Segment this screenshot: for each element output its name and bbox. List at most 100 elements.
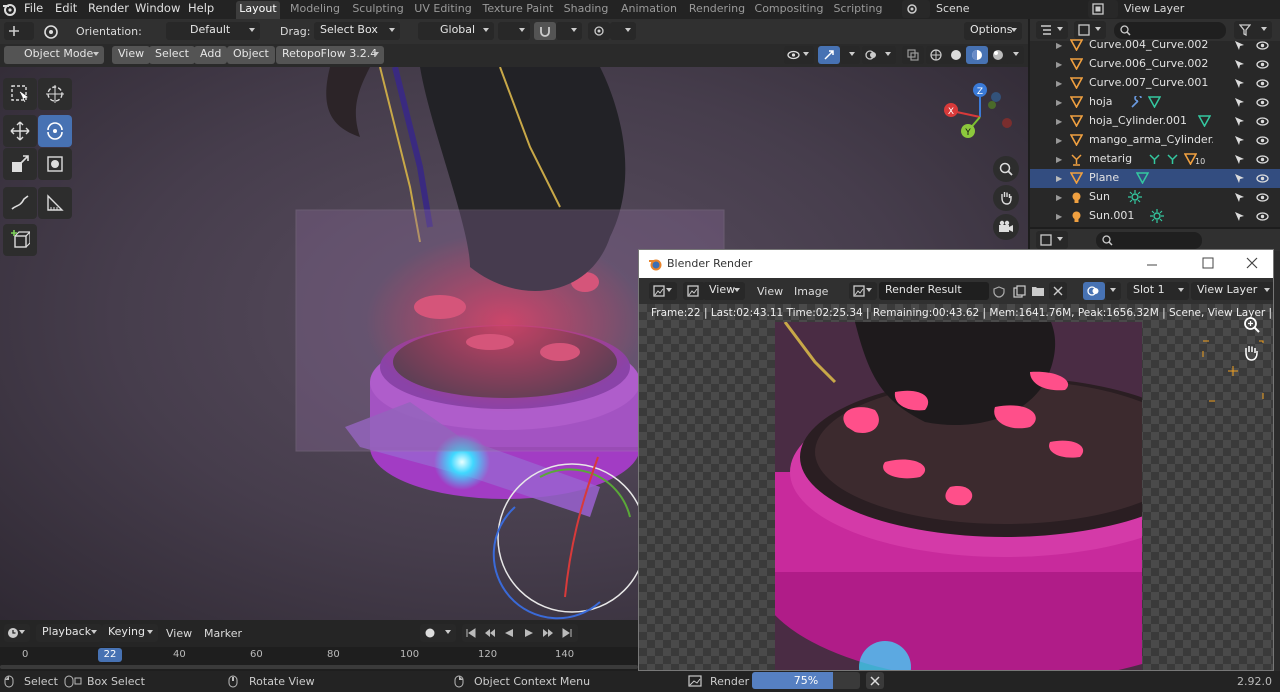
annotate-tool-button[interactable] (3, 187, 37, 219)
play-icon[interactable] (524, 628, 534, 638)
browse-image-button[interactable] (849, 282, 877, 300)
expand-arrow-icon[interactable]: ▶ (1056, 117, 1062, 126)
properties-editor-type-button[interactable] (1036, 231, 1068, 249)
zoom-icon[interactable] (1243, 316, 1261, 334)
play-reverse-icon[interactable] (504, 628, 514, 638)
zoom-view-button[interactable] (993, 156, 1019, 182)
jump-keyframe-back-icon[interactable] (484, 628, 496, 638)
scene-name[interactable]: Scene (936, 2, 970, 15)
sun-data-icon[interactable] (1128, 190, 1142, 204)
view-layer-selector-button[interactable] (1088, 0, 1118, 18)
move-tool-button[interactable] (3, 115, 37, 147)
menu-file[interactable]: File (24, 0, 43, 19)
image-name-field[interactable]: Render Result (879, 282, 989, 300)
visibility-eye-icon[interactable] (1256, 78, 1269, 89)
tab-layout[interactable]: Layout (236, 1, 280, 19)
outliner-row-mango-arma[interactable]: ▶ mango_arma_Cylinder.001 (1030, 131, 1280, 150)
pan-view-button[interactable] (993, 185, 1019, 211)
timeline-menu-marker[interactable]: Marker (204, 627, 242, 640)
blender-logo-icon[interactable] (2, 2, 16, 16)
cursor-tool-button[interactable] (38, 78, 72, 110)
menu-help[interactable]: Help (188, 0, 214, 19)
selectable-arrow-icon[interactable] (1234, 59, 1245, 70)
close-icon[interactable] (1246, 257, 1258, 269)
pose-icon[interactable] (1166, 153, 1179, 166)
rotate-tool-icon[interactable] (42, 23, 60, 41)
maximize-icon[interactable] (1202, 257, 1214, 269)
open-folder-icon[interactable] (1031, 285, 1045, 297)
camera-view-button[interactable] (993, 214, 1019, 240)
visibility-eye-icon[interactable] (1256, 40, 1269, 51)
selectable-arrow-icon[interactable] (1234, 40, 1245, 51)
expand-arrow-icon[interactable]: ▶ (1056, 174, 1062, 183)
expand-arrow-icon[interactable]: ▶ (1056, 98, 1062, 107)
tab-modeling[interactable]: Modeling (288, 1, 342, 19)
fake-user-shield-icon[interactable] (993, 286, 1005, 298)
hand-icon[interactable] (1243, 344, 1259, 361)
scene-selector-button[interactable] (902, 0, 930, 18)
image-editor-type-button[interactable] (649, 282, 677, 300)
add-cube-tool-button[interactable] (3, 224, 37, 256)
armature-data-icon[interactable] (1148, 153, 1161, 166)
viewport-menu-select[interactable]: Select (149, 46, 195, 64)
outliner-row-hoja-cylinder[interactable]: ▶ hoja_Cylinder.001 (1030, 112, 1280, 131)
render-menu-view[interactable]: View (757, 285, 783, 298)
render-image-area[interactable]: Frame:22 | Last:02:43.11 Time:02:25.34 |… (639, 304, 1273, 670)
expand-arrow-icon[interactable]: ▶ (1056, 212, 1062, 221)
expand-arrow-icon[interactable]: ▶ (1056, 79, 1062, 88)
expand-arrow-icon[interactable]: ▶ (1056, 193, 1062, 202)
playback-dropdown[interactable]: Playback (36, 624, 102, 642)
visibility-eye-icon[interactable] (1256, 135, 1269, 146)
rendered-shading-icon[interactable] (992, 49, 1004, 61)
minimize-icon[interactable] (1146, 259, 1158, 271)
sun-data-icon[interactable] (1150, 209, 1164, 223)
mesh-data-icon[interactable] (1148, 96, 1161, 108)
selectable-arrow-icon[interactable] (1234, 78, 1245, 89)
outliner-row-curve-006[interactable]: ▶ Curve.006_Curve.002 (1030, 55, 1280, 74)
overlays-toggle-button[interactable] (1083, 282, 1105, 300)
timeline-scrollbar[interactable] (0, 665, 638, 669)
tab-shading[interactable]: Shading (562, 1, 610, 19)
render-view-mode-dropdown[interactable]: View (703, 282, 745, 300)
tab-sculpting[interactable]: Sculpting (350, 1, 406, 19)
visibility-eye-icon[interactable] (1256, 97, 1269, 108)
expand-arrow-icon[interactable]: ▶ (1056, 41, 1062, 50)
expand-arrow-icon[interactable]: ▶ (1056, 60, 1062, 69)
timeline-editor-type-button[interactable] (4, 624, 30, 642)
current-frame-indicator[interactable]: 22 (98, 648, 122, 662)
material-preview-shading-button[interactable] (966, 46, 988, 64)
properties-search-input[interactable] (1096, 232, 1202, 249)
tab-animation[interactable]: Animation (618, 1, 680, 19)
visibility-eye-icon[interactable] (1256, 211, 1269, 222)
tab-texture-paint[interactable]: Texture Paint (480, 1, 556, 19)
keying-dropdown[interactable]: Keying (102, 624, 158, 642)
falloff-dropdown[interactable] (610, 22, 636, 40)
wireframe-shading-icon[interactable] (930, 49, 942, 61)
outliner-row-curve-004[interactable]: ▶ Curve.004_Curve.002 (1030, 36, 1280, 55)
modifier-wrench-icon[interactable] (1130, 96, 1143, 109)
overlays-dropdown[interactable] (1105, 282, 1121, 300)
expand-arrow-icon[interactable]: ▶ (1056, 136, 1062, 145)
new-image-icon[interactable] (1013, 285, 1026, 298)
selectable-arrow-icon[interactable] (1234, 192, 1245, 203)
snap-target-dropdown[interactable] (556, 22, 582, 40)
visibility-eye-icon[interactable] (1256, 154, 1269, 165)
tab-compositing[interactable]: Compositing (754, 1, 824, 19)
timeline-menu-view[interactable]: View (166, 627, 192, 640)
selectable-arrow-icon[interactable] (1234, 116, 1245, 127)
selectable-arrow-icon[interactable] (1234, 154, 1245, 165)
selectable-arrow-icon[interactable] (1234, 211, 1245, 222)
proportional-edit-button[interactable] (588, 22, 610, 40)
menu-edit[interactable]: Edit (55, 0, 77, 19)
auto-keying-button[interactable] (420, 624, 456, 642)
tab-scripting[interactable]: Scripting (832, 1, 884, 19)
view-mode-button[interactable] (683, 282, 705, 300)
selectable-arrow-icon[interactable] (1234, 173, 1245, 184)
gizmo-dropdown[interactable] (840, 46, 860, 64)
tab-rendering[interactable]: Rendering (688, 1, 746, 19)
snap-toggle-button[interactable] (534, 22, 556, 40)
viewport-menu-object[interactable]: Object (227, 46, 275, 64)
gizmo-toggle-button[interactable] (818, 46, 840, 64)
visibility-dropdown[interactable] (784, 46, 814, 64)
outliner-row-sun[interactable]: ▶ Sun (1030, 188, 1280, 207)
